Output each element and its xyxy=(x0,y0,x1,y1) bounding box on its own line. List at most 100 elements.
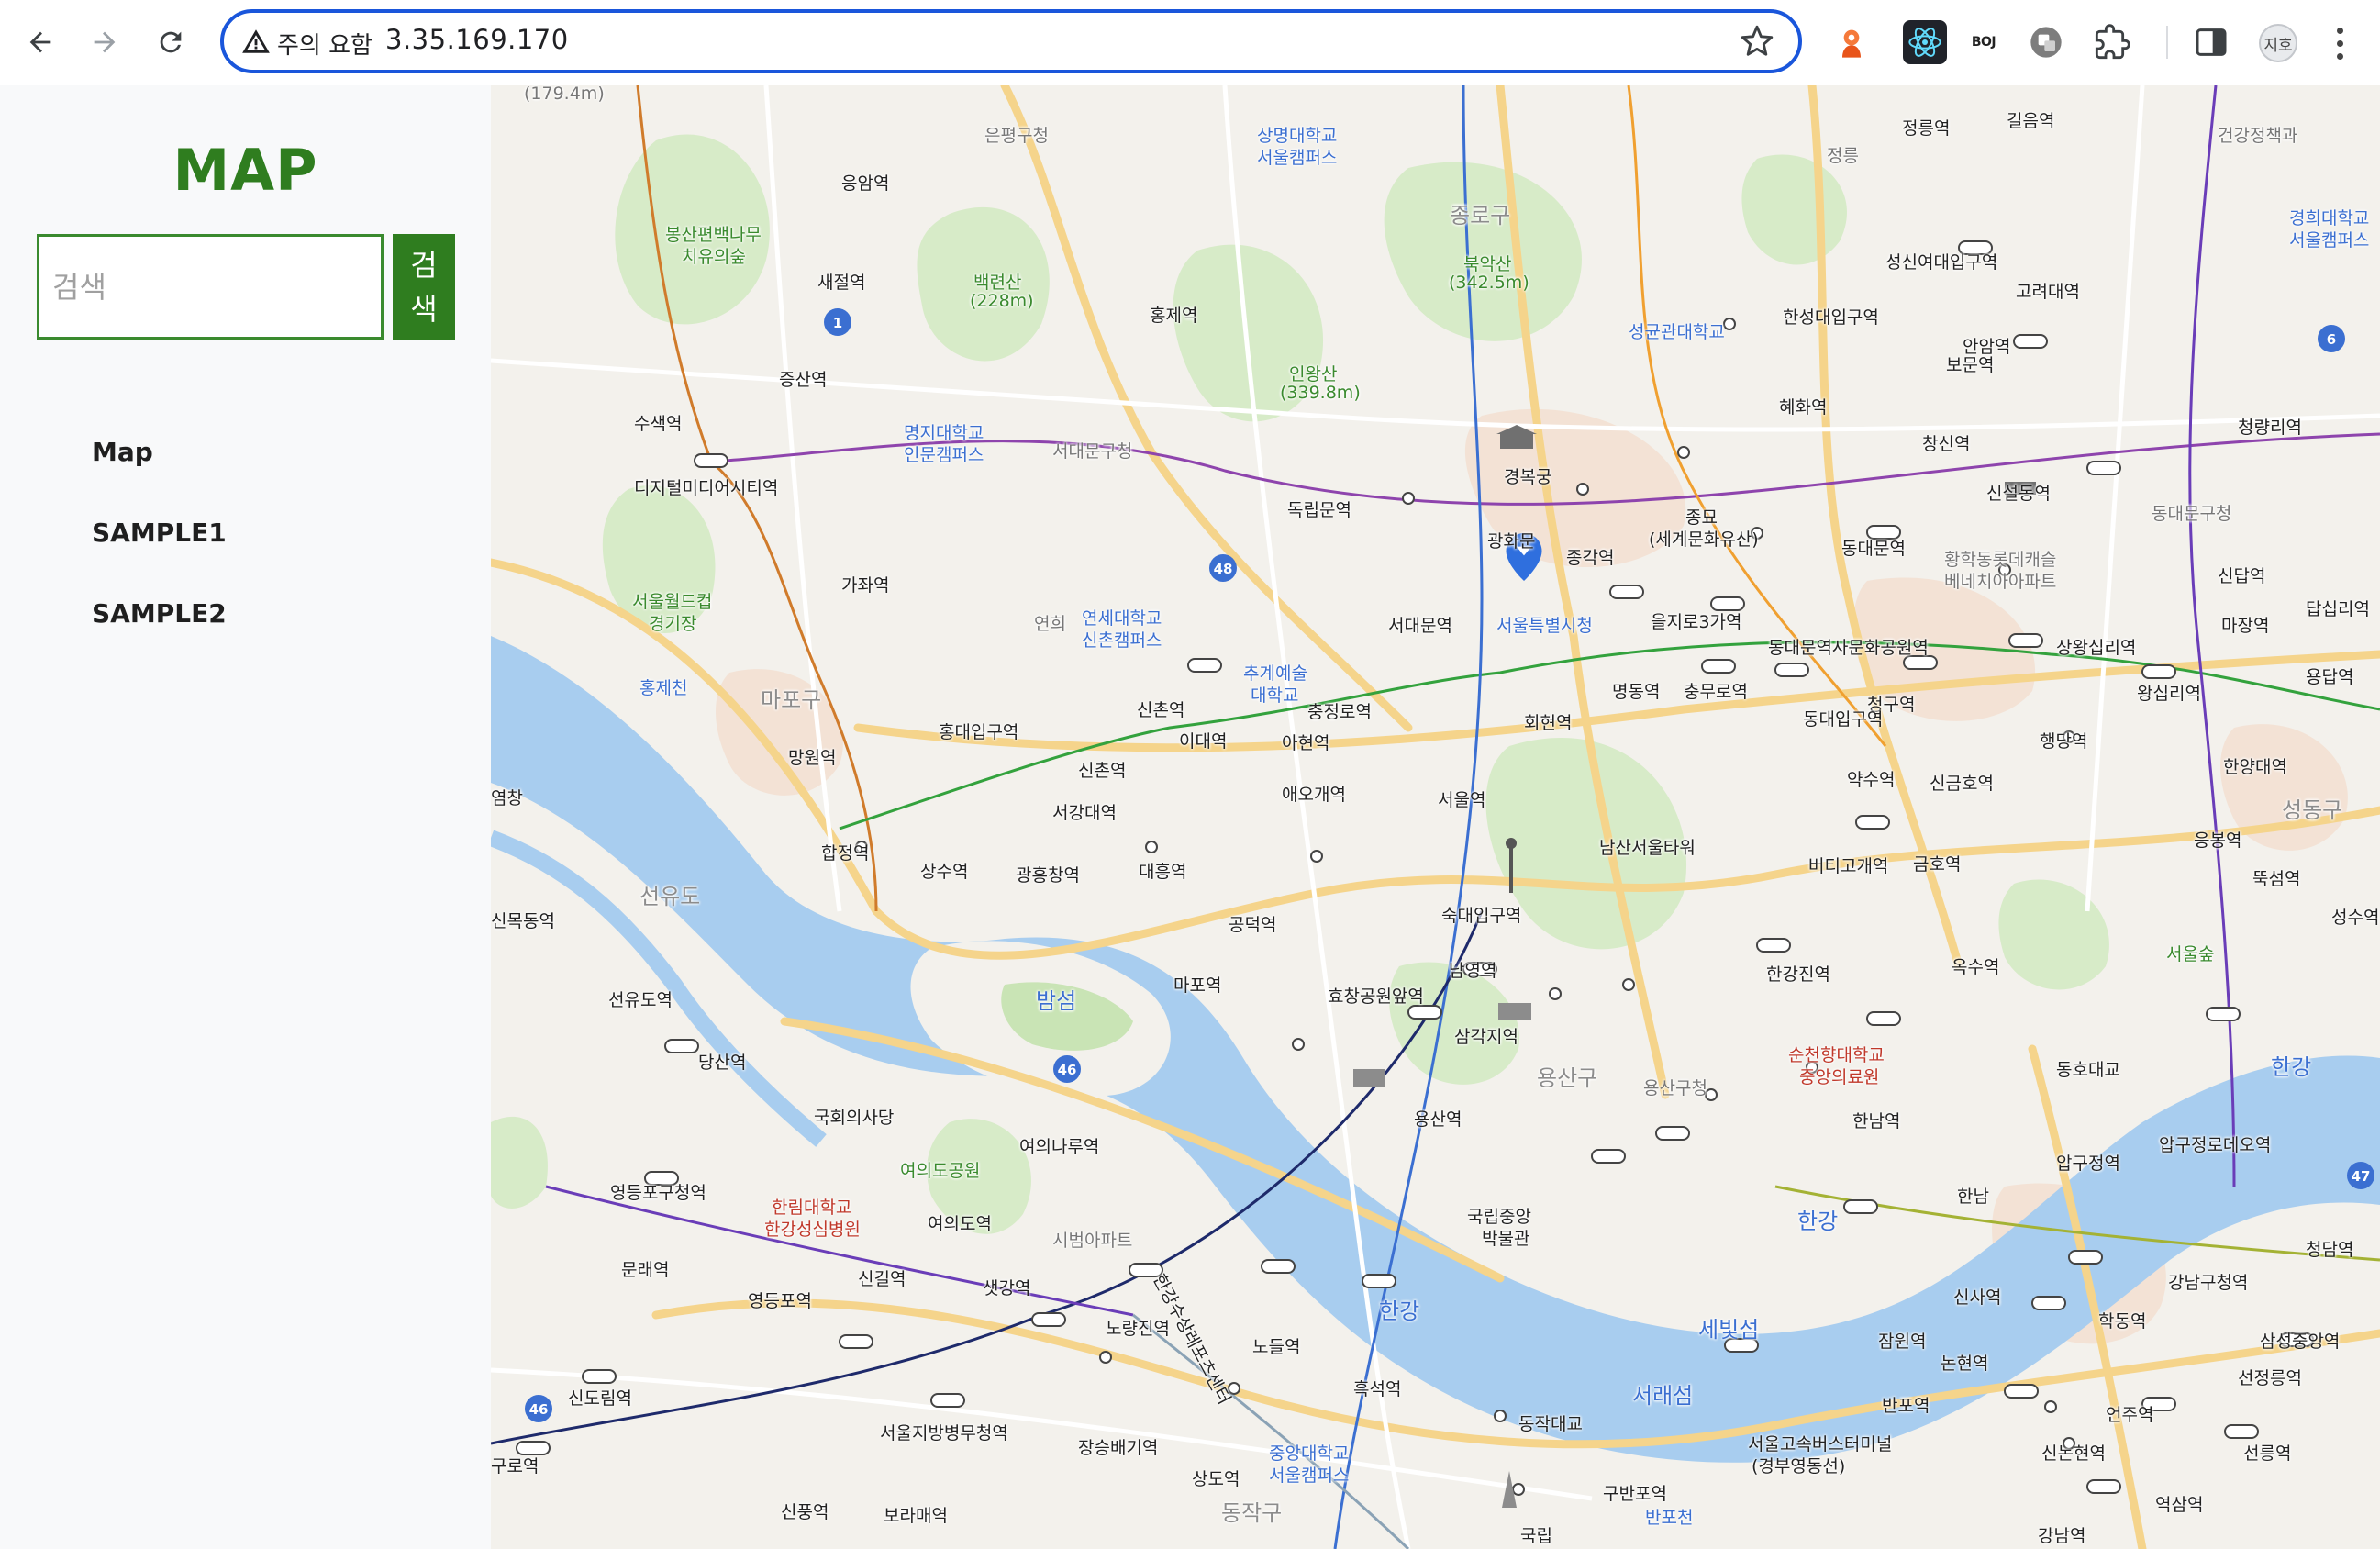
map-label[interactable]: 증산역 xyxy=(779,366,827,391)
star-icon[interactable] xyxy=(1740,24,1774,59)
map-label[interactable]: 경기장 xyxy=(649,610,696,635)
map-label[interactable]: 샛강역 xyxy=(983,1275,1030,1299)
map-label[interactable]: 연세대학교 xyxy=(1082,605,1162,630)
map-label[interactable]: 마장역 xyxy=(2221,612,2269,637)
map-label[interactable]: 응암역 xyxy=(841,170,889,195)
forward-button[interactable] xyxy=(79,17,130,68)
sidebar-item-map[interactable]: Map xyxy=(92,434,227,515)
map-label[interactable]: 서울지방병무청역 xyxy=(880,1420,1008,1444)
map-label[interactable]: 신사역 xyxy=(1953,1284,2001,1309)
extension-fox-icon[interactable] xyxy=(1829,20,1874,64)
map-label[interactable]: 신길역 xyxy=(858,1265,906,1290)
map-label[interactable]: 상명대학교 xyxy=(1257,122,1337,147)
map-label[interactable]: 보라매역 xyxy=(884,1502,948,1527)
map-label[interactable]: 영등포역 xyxy=(748,1287,812,1312)
map-label[interactable]: 밤섬 xyxy=(1036,983,1076,1015)
map-label[interactable]: 선유도역 xyxy=(608,986,673,1011)
map-label[interactable]: 동호대교 xyxy=(2056,1056,2120,1081)
map-label[interactable]: 동대입구역 xyxy=(1803,706,1883,730)
map-label[interactable]: 인왕산 xyxy=(1289,361,1337,385)
map-label[interactable]: 금호역 xyxy=(1913,851,1961,875)
back-button[interactable] xyxy=(15,17,66,68)
map-label[interactable]: 북악산 xyxy=(1463,251,1511,275)
map-label[interactable]: 신풍역 xyxy=(781,1499,829,1523)
warning-triangle-icon[interactable] xyxy=(240,26,272,57)
map-label[interactable]: 서대문구청 xyxy=(1052,438,1132,462)
map-label[interactable]: 홍대입구역 xyxy=(939,719,1018,743)
security-warning-text[interactable]: 주의 요함 xyxy=(277,27,373,61)
map-label[interactable]: 잠원역 xyxy=(1878,1328,1926,1353)
map-label[interactable]: 당산역 xyxy=(698,1049,746,1074)
map-label[interactable]: 가좌역 xyxy=(841,572,889,596)
map-label[interactable]: 신답역 xyxy=(2218,563,2265,587)
map-label[interactable]: 신촌역 xyxy=(1078,757,1126,782)
map-label[interactable]: 왕십리역 xyxy=(2137,680,2201,705)
map-label[interactable]: 동대문역 xyxy=(1841,535,1906,560)
map-label[interactable]: 성균관대학교 xyxy=(1629,318,1725,343)
map-label[interactable]: 한강 xyxy=(1379,1293,1419,1325)
url-text[interactable]: 3.35.169.170 xyxy=(385,24,569,55)
map-label[interactable]: (경부영동선) xyxy=(1752,1453,1845,1477)
map-label[interactable]: 논현역 xyxy=(1941,1350,1988,1375)
map-label[interactable]: 봉산편백나무 xyxy=(665,221,762,246)
map-label[interactable]: 영등포구청역 xyxy=(610,1179,706,1204)
map-label[interactable]: 신촌캠퍼스 xyxy=(1082,627,1162,652)
puzzle-icon[interactable] xyxy=(2090,20,2134,64)
map-label[interactable]: 상왕십리역 xyxy=(2056,634,2136,659)
map-label[interactable]: 박물관 xyxy=(1482,1225,1529,1250)
map-label[interactable]: (342.5m) xyxy=(1449,273,1529,293)
extension-boj-icon[interactable]: BOJ xyxy=(1962,20,2006,64)
map-label[interactable]: 반포천 xyxy=(1645,1504,1693,1529)
map-label[interactable]: 한림대학교 xyxy=(772,1194,851,1219)
map-label[interactable]: 홍제천 xyxy=(639,674,687,699)
map-label[interactable]: 여의도공원 xyxy=(900,1157,980,1182)
map-label[interactable]: 치유의숲 xyxy=(682,243,746,268)
map-label[interactable]: 합정역 xyxy=(821,840,869,864)
map-label[interactable]: 구반포역 xyxy=(1603,1480,1667,1505)
map-label[interactable]: 마포구 xyxy=(761,682,821,714)
map-label[interactable]: 서대문역 xyxy=(1388,612,1452,637)
map-label[interactable]: 정릉 xyxy=(1827,142,1859,167)
map-label[interactable]: 압구정로데오역 xyxy=(2159,1131,2271,1156)
map-label[interactable]: 은평구청 xyxy=(984,122,1049,147)
map-label[interactable]: 한강진역 xyxy=(1766,961,1830,986)
map-label[interactable]: 흑석역 xyxy=(1353,1376,1401,1400)
map-label[interactable]: 상수역 xyxy=(920,858,968,883)
map-label[interactable]: 역삼역 xyxy=(2155,1491,2203,1516)
map-label[interactable]: 용답역 xyxy=(2306,663,2353,688)
map-label[interactable]: 순천향대학교 xyxy=(1788,1042,1885,1066)
map-label[interactable]: 독립문역 xyxy=(1287,496,1351,521)
map-label[interactable]: 답십리역 xyxy=(2306,596,2370,620)
map-label[interactable]: 세빛섬 xyxy=(1698,1311,1759,1343)
map-canvas[interactable]: 1 6 48 46 46 47 (179.4m) 은평구청 상명대학교 서울캠퍼… xyxy=(491,85,2380,1549)
map-label[interactable]: 서울고속버스터미널 xyxy=(1748,1431,1892,1455)
map-label[interactable]: 동작대교 xyxy=(1518,1410,1583,1435)
map-label[interactable]: 삼각지역 xyxy=(1454,1023,1518,1048)
map-label[interactable]: 이대역 xyxy=(1179,728,1227,752)
map-label[interactable]: 한남역 xyxy=(1852,1108,1900,1132)
map-label[interactable]: 새절역 xyxy=(817,269,865,294)
map-label[interactable]: 충무로역 xyxy=(1684,678,1748,703)
map-label[interactable]: 여의나루역 xyxy=(1019,1133,1099,1158)
map-label[interactable]: 뚝섬역 xyxy=(2252,865,2300,890)
sidebar-item-sample1[interactable]: SAMPLE1 xyxy=(92,515,227,596)
map-label[interactable]: 한양대역 xyxy=(2223,753,2287,778)
map-label[interactable]: 시범아파트 xyxy=(1052,1227,1132,1252)
map-label[interactable]: 광흥창역 xyxy=(1016,862,1080,886)
map-label[interactable]: 한강 xyxy=(2271,1049,2311,1081)
map-label[interactable]: 청담역 xyxy=(2306,1236,2353,1261)
map-label[interactable]: 버티고개역 xyxy=(1808,853,1888,877)
map-label[interactable]: 상도역 xyxy=(1192,1465,1240,1490)
map-label[interactable]: 반포역 xyxy=(1882,1392,1930,1417)
map-label[interactable]: 공덕역 xyxy=(1229,911,1276,936)
map-label[interactable]: 선릉역 xyxy=(2243,1440,2291,1465)
map-label[interactable]: 서울캠퍼스 xyxy=(2289,227,2369,251)
map-label[interactable]: 한성대입구역 xyxy=(1783,304,1879,329)
map-label[interactable]: 종각역 xyxy=(1566,544,1614,569)
map-label[interactable]: 백련산 xyxy=(973,269,1021,294)
map-label[interactable]: 성수역 xyxy=(2331,904,2379,929)
map-label[interactable]: 서울특별시청 xyxy=(1496,612,1593,637)
extension-react-icon[interactable] xyxy=(1903,20,1947,64)
map-label[interactable]: 서래섬 xyxy=(1632,1377,1693,1410)
profile-avatar[interactable]: 지호 xyxy=(2259,24,2297,62)
